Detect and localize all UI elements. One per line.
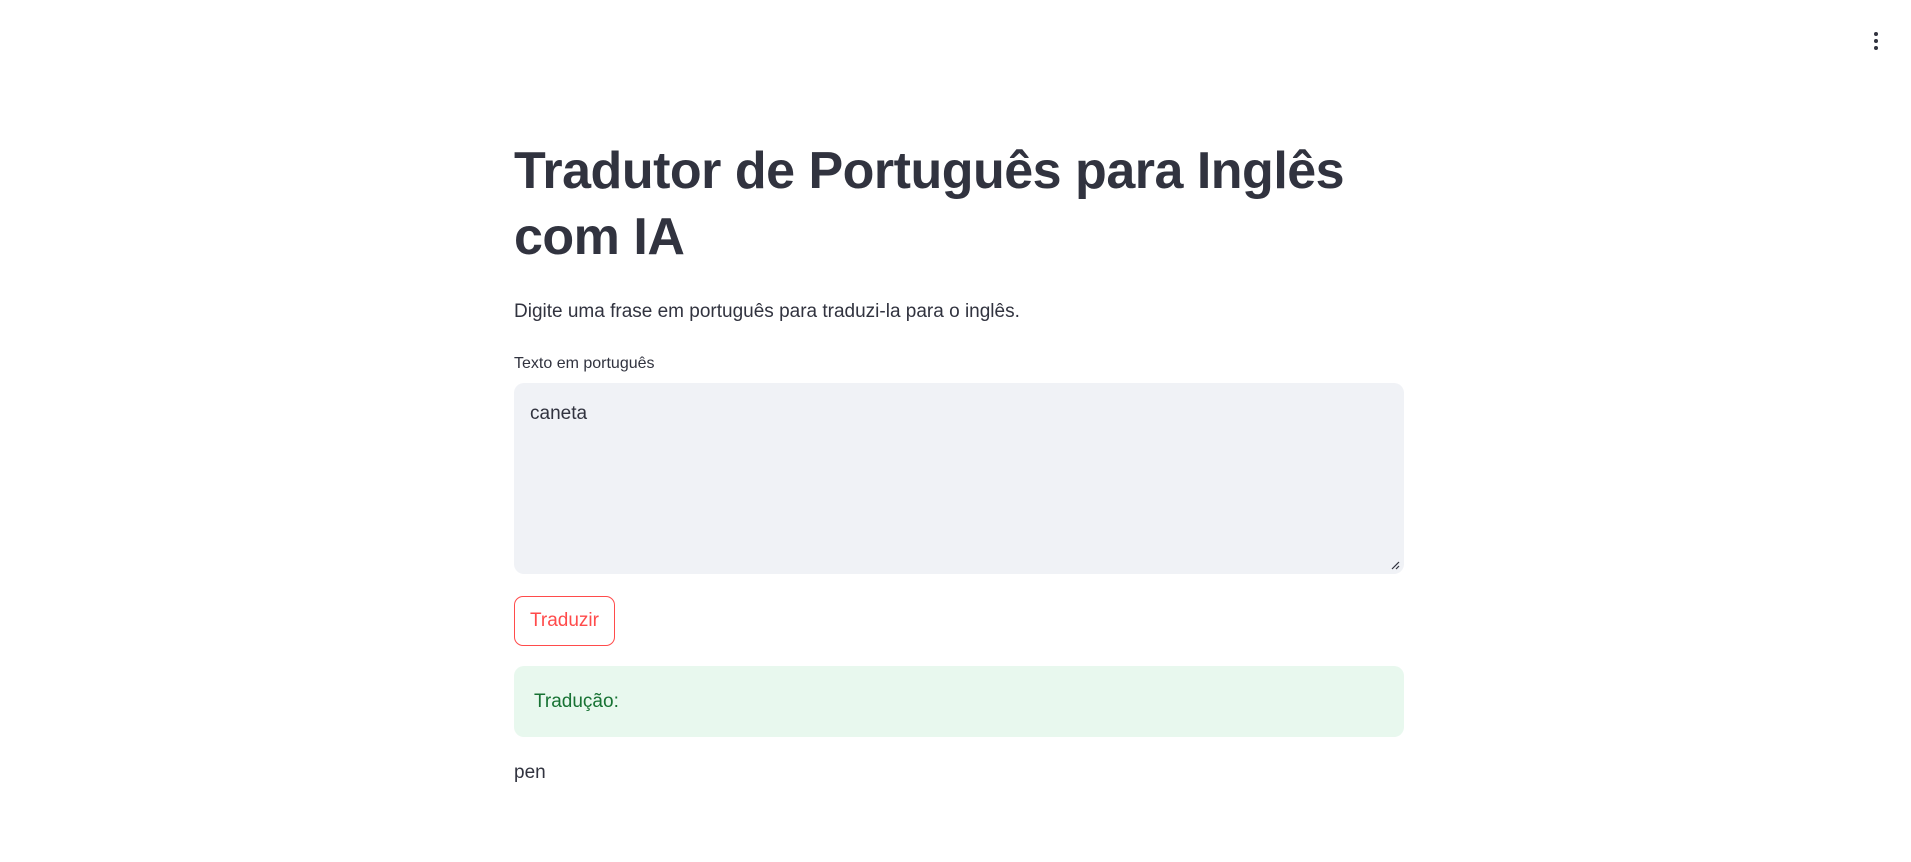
more-vertical-icon-dot [1874,46,1878,50]
translation-success-alert: Tradução: [514,666,1404,737]
translate-button[interactable]: Traduzir [514,596,615,646]
translation-header: Tradução: [534,690,619,712]
page-subtitle: Digite uma frase em português para tradu… [514,301,1020,322]
page-title: Tradutor de Português para Inglês com IA [514,142,1345,266]
app-root: Tradutor de Português para Inglês com IA… [0,0,1911,862]
more-vertical-icon-dot [1874,39,1878,43]
translation-result: pen [514,762,546,783]
main-menu-button[interactable] [1859,24,1893,58]
more-vertical-icon [1874,32,1878,36]
portuguese-text-input[interactable] [514,383,1404,574]
resize-handle-icon[interactable] [1390,560,1400,570]
text-input-label: Texto em português [514,355,655,372]
text-input-container [514,383,1404,574]
